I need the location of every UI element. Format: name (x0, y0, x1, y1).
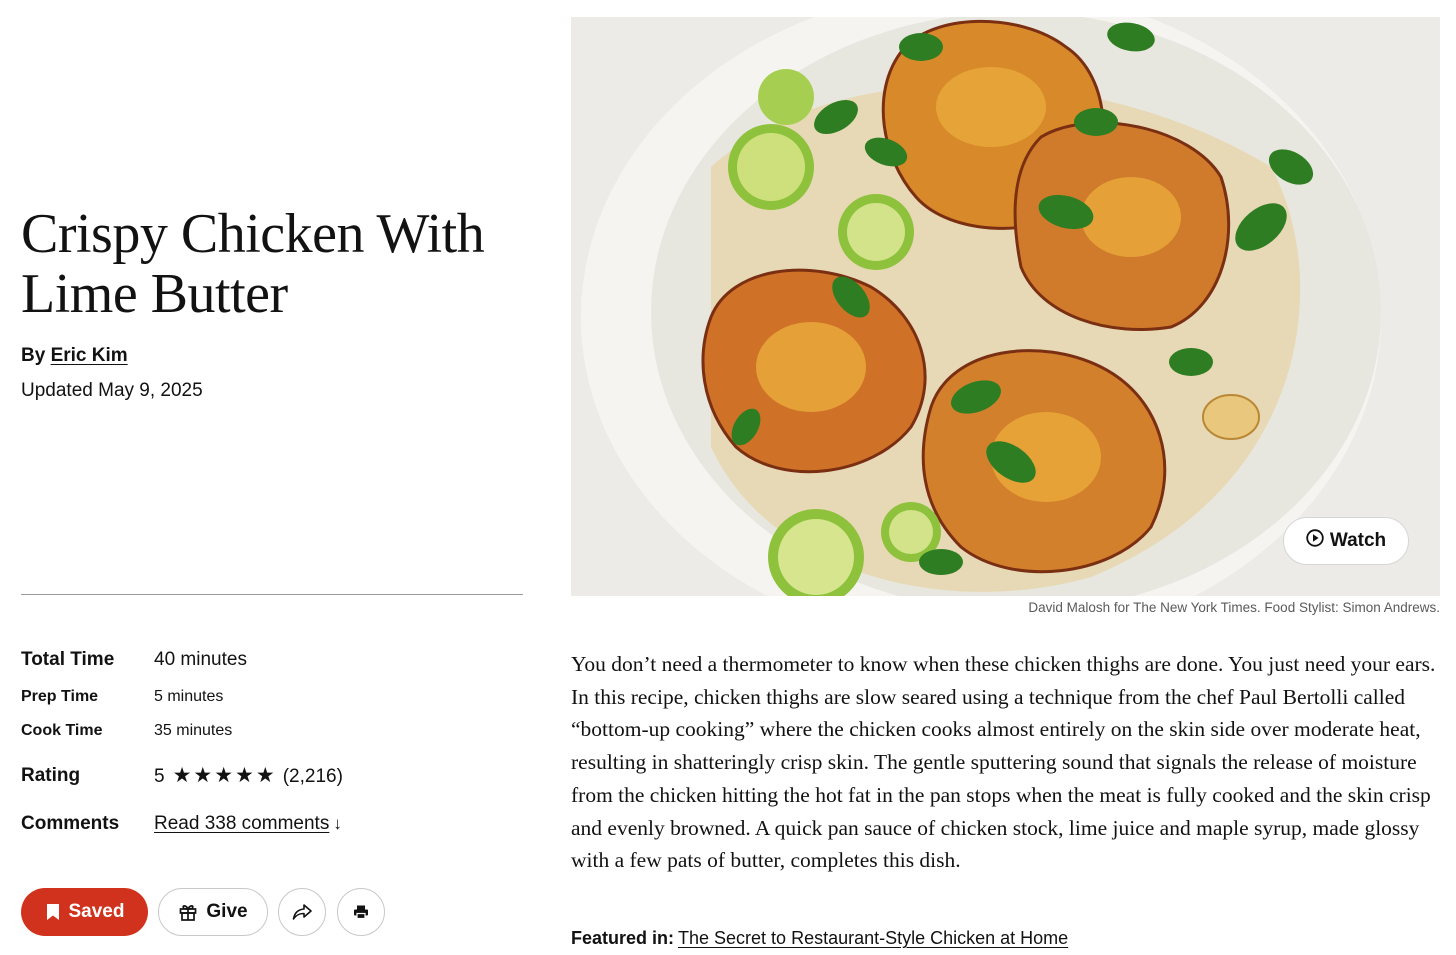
share-button[interactable] (278, 888, 326, 936)
recipe-intro: You don’t need a thermometer to know whe… (571, 652, 1436, 873)
read-comments-link[interactable]: Read 338 comments (154, 813, 329, 834)
recipe-photo: Watch (571, 17, 1440, 596)
featured-label: Featured in: (571, 928, 675, 948)
prep-time-label: Prep Time (21, 688, 99, 705)
give-button[interactable]: Give (158, 888, 268, 936)
rating-label: Rating (21, 765, 81, 786)
saved-label: Saved (68, 901, 125, 922)
print-icon (353, 904, 369, 920)
play-circle-icon (1306, 529, 1330, 553)
arrow-down-icon: ↓ (333, 814, 342, 833)
watch-label: Watch (1329, 530, 1387, 551)
cook-time-label: Cook Time (21, 722, 103, 739)
bookmark-icon (45, 903, 61, 921)
photo-credit: David Malosh for The New York Times. Foo… (1028, 600, 1440, 615)
recipe-title: Crispy Chicken With Lime Butter (21, 203, 485, 325)
byline: By Eric Kim (21, 345, 128, 367)
byline-prefix: By (21, 345, 46, 366)
rating-stars-icon: ★★★★★ (172, 764, 277, 787)
gift-icon (178, 902, 198, 922)
saved-button[interactable]: Saved (21, 888, 148, 936)
rating-score: 5 (154, 766, 165, 787)
prep-time-value: 5 minutes (154, 688, 224, 705)
share-icon (291, 902, 313, 922)
divider (21, 594, 523, 595)
comments-value[interactable]: Read 338 comments ↓ (154, 813, 342, 835)
cook-time-value: 35 minutes (154, 722, 233, 739)
author-link[interactable]: Eric Kim (51, 345, 128, 366)
recipe-photo-illustration (571, 17, 1440, 596)
comments-label: Comments (21, 813, 120, 834)
watch-button[interactable]: Watch (1283, 517, 1409, 565)
featured-link[interactable]: The Secret to Restaurant-Style Chicken a… (678, 928, 1068, 948)
featured-in: Featured in: The Secret to Restaurant-Sty… (571, 928, 1068, 949)
give-label: Give (206, 901, 248, 922)
print-button[interactable] (337, 888, 385, 936)
total-time-value: 40 minutes (154, 649, 247, 670)
rating-value[interactable]: 5 ★★★★★ (2,216) (154, 763, 343, 788)
rating-count: (2,216) (282, 766, 343, 787)
total-time-label: Total Time (21, 649, 115, 670)
updated-date: Updated May 9, 2025 (21, 380, 203, 401)
